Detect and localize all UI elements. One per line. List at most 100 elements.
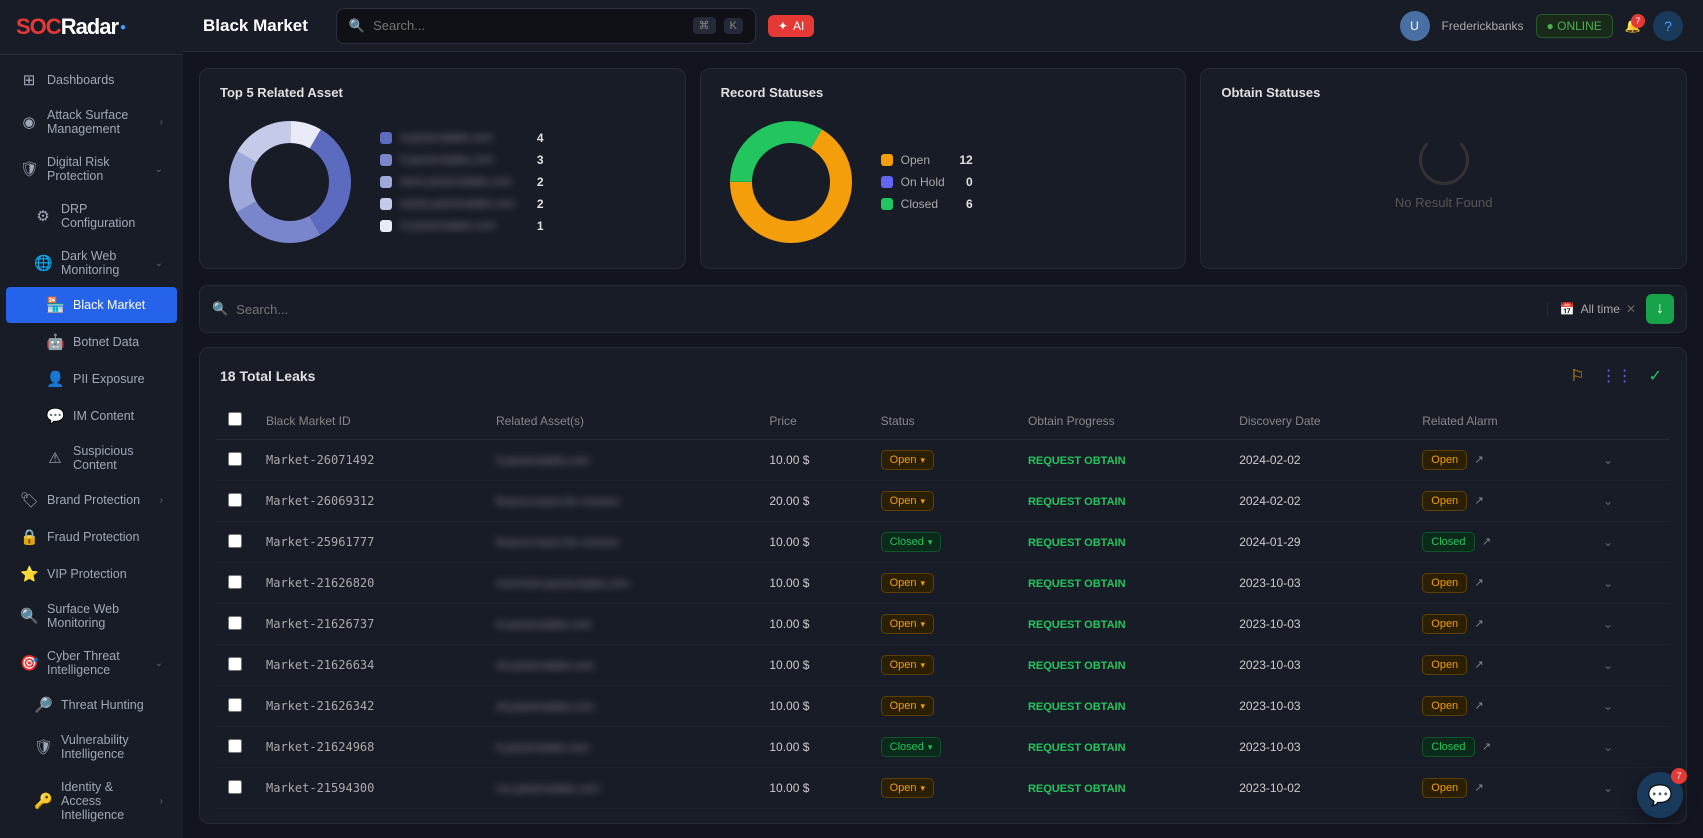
cell-obtain[interactable]: REQUEST OBTAIN: [1016, 563, 1227, 604]
status-badge[interactable]: Open ▾: [881, 573, 934, 593]
cell-status[interactable]: Open ▾: [869, 440, 1016, 481]
export-button[interactable]: ↓: [1646, 294, 1674, 324]
cell-status[interactable]: Closed ▾: [869, 522, 1016, 563]
status-badge[interactable]: Open ▾: [881, 614, 934, 634]
obtain-link[interactable]: REQUEST OBTAIN: [1028, 455, 1126, 467]
sidebar-item-im-content[interactable]: 💬 IM Content: [6, 398, 177, 434]
cell-checkbox[interactable]: [216, 522, 254, 563]
expand-row-button[interactable]: ⌄: [1595, 449, 1621, 471]
obtain-link[interactable]: REQUEST OBTAIN: [1028, 660, 1126, 672]
alarm-badge[interactable]: Open: [1422, 573, 1467, 593]
expand-row-button[interactable]: ⌄: [1595, 572, 1621, 594]
status-badge[interactable]: Open ▾: [881, 450, 934, 470]
cell-status[interactable]: Open ▾: [869, 686, 1016, 727]
cell-expand[interactable]: ⌄: [1583, 686, 1670, 727]
cell-expand[interactable]: ⌄: [1583, 645, 1670, 686]
status-badge[interactable]: Closed ▾: [881, 532, 942, 552]
cell-expand[interactable]: ⌄: [1583, 481, 1670, 522]
external-link-icon[interactable]: ↗: [1475, 577, 1484, 589]
expand-row-button[interactable]: ⌄: [1595, 654, 1621, 676]
cell-alarm[interactable]: Closed ↗: [1410, 522, 1583, 563]
alarm-badge[interactable]: Closed: [1422, 532, 1474, 552]
cell-checkbox[interactable]: [216, 686, 254, 727]
status-badge[interactable]: Open ▾: [881, 655, 934, 675]
cell-obtain[interactable]: REQUEST OBTAIN: [1016, 645, 1227, 686]
row-checkbox[interactable]: [228, 739, 242, 753]
external-link-icon[interactable]: ↗: [1475, 782, 1484, 794]
sidebar-item-digital-risk[interactable]: 🛡 Digital Risk Protection ⌄: [6, 146, 177, 192]
sidebar-item-fraud-protection[interactable]: 🔒 Fraud Protection: [6, 519, 177, 555]
sidebar-item-identity-access[interactable]: 🔑 Identity & Access Intelligence ›: [6, 771, 177, 831]
status-badge[interactable]: Open ▾: [881, 696, 934, 716]
row-checkbox[interactable]: [228, 575, 242, 589]
help-button[interactable]: ?: [1653, 11, 1683, 41]
external-link-icon[interactable]: ↗: [1475, 659, 1484, 671]
ai-button[interactable]: ✦ AI: [768, 15, 814, 37]
cell-alarm[interactable]: Open ↗: [1410, 481, 1583, 522]
cell-obtain[interactable]: REQUEST OBTAIN: [1016, 522, 1227, 563]
cell-status[interactable]: Open ▾: [869, 481, 1016, 522]
clear-date-icon[interactable]: ✕: [1626, 302, 1636, 316]
obtain-link[interactable]: REQUEST OBTAIN: [1028, 496, 1126, 508]
external-link-icon[interactable]: ↗: [1475, 495, 1484, 507]
cell-alarm[interactable]: Open ↗: [1410, 563, 1583, 604]
select-all-checkbox[interactable]: [228, 412, 242, 426]
sidebar-item-vuln-intel[interactable]: 🛡 Vulnerability Intelligence: [6, 724, 177, 770]
alarm-badge[interactable]: Open: [1422, 778, 1467, 798]
status-badge[interactable]: Closed ▾: [881, 737, 942, 757]
cell-status[interactable]: Open ▾: [869, 563, 1016, 604]
expand-row-button[interactable]: ⌄: [1595, 777, 1621, 799]
external-link-icon[interactable]: ↗: [1475, 618, 1484, 630]
sidebar-item-dashboards[interactable]: ⊞ Dashboards: [6, 62, 177, 98]
external-link-icon[interactable]: ↗: [1482, 536, 1491, 548]
obtain-link[interactable]: REQUEST OBTAIN: [1028, 783, 1126, 795]
cell-obtain[interactable]: REQUEST OBTAIN: [1016, 768, 1227, 809]
cell-expand[interactable]: ⌄: [1583, 604, 1670, 645]
alarm-badge[interactable]: Open: [1422, 450, 1467, 470]
row-checkbox[interactable]: [228, 698, 242, 712]
cell-expand[interactable]: ⌄: [1583, 522, 1670, 563]
sidebar-item-drp-config[interactable]: ⚙ DRP Configuration: [6, 193, 177, 239]
cell-checkbox[interactable]: [216, 604, 254, 645]
confirm-action-button[interactable]: ✓: [1645, 362, 1666, 390]
sidebar-item-vip-protection[interactable]: ⭐ VIP Protection: [6, 556, 177, 592]
cell-alarm[interactable]: Open ↗: [1410, 440, 1583, 481]
external-link-icon[interactable]: ↗: [1482, 741, 1491, 753]
cell-status[interactable]: Open ▾: [869, 768, 1016, 809]
filter-action-button[interactable]: ⚐: [1566, 362, 1588, 390]
search-input[interactable]: [373, 18, 684, 33]
alarm-badge[interactable]: Open: [1422, 614, 1467, 634]
row-checkbox[interactable]: [228, 493, 242, 507]
sidebar-item-cyber-threat[interactable]: 🎯 Cyber Threat Intelligence ⌄: [6, 640, 177, 686]
expand-row-button[interactable]: ⌄: [1595, 531, 1621, 553]
external-link-icon[interactable]: ↗: [1475, 700, 1484, 712]
sidebar-item-tactical-intel[interactable]: 📊 Tactical Intelligence ›: [6, 832, 177, 838]
expand-row-button[interactable]: ⌄: [1595, 613, 1621, 635]
cell-status[interactable]: Open ▾: [869, 604, 1016, 645]
filter-search[interactable]: 🔍: [212, 301, 1537, 317]
notification-button[interactable]: 🔔 7: [1625, 18, 1641, 34]
cell-obtain[interactable]: REQUEST OBTAIN: [1016, 727, 1227, 768]
cell-status[interactable]: Open ▾: [869, 645, 1016, 686]
alarm-badge[interactable]: Open: [1422, 491, 1467, 511]
cell-alarm[interactable]: Open ↗: [1410, 604, 1583, 645]
expand-row-button[interactable]: ⌄: [1595, 490, 1621, 512]
alarm-badge[interactable]: Open: [1422, 655, 1467, 675]
cell-alarm[interactable]: Open ↗: [1410, 686, 1583, 727]
row-checkbox[interactable]: [228, 657, 242, 671]
obtain-link[interactable]: REQUEST OBTAIN: [1028, 578, 1126, 590]
cell-status[interactable]: Closed ▾: [869, 727, 1016, 768]
cell-checkbox[interactable]: [216, 481, 254, 522]
cell-obtain[interactable]: REQUEST OBTAIN: [1016, 686, 1227, 727]
global-search[interactable]: 🔍 ⌘ K: [336, 8, 756, 44]
cell-expand[interactable]: ⌄: [1583, 563, 1670, 604]
cell-obtain[interactable]: REQUEST OBTAIN: [1016, 440, 1227, 481]
chat-bubble[interactable]: 💬 7: [1637, 772, 1683, 818]
row-checkbox[interactable]: [228, 780, 242, 794]
row-checkbox[interactable]: [228, 452, 242, 466]
cell-obtain[interactable]: REQUEST OBTAIN: [1016, 481, 1227, 522]
sidebar-item-surface-web[interactable]: 🔍 Surface Web Monitoring: [6, 593, 177, 639]
cell-checkbox[interactable]: [216, 645, 254, 686]
cell-alarm[interactable]: Closed ↗: [1410, 727, 1583, 768]
alarm-badge[interactable]: Open: [1422, 696, 1467, 716]
